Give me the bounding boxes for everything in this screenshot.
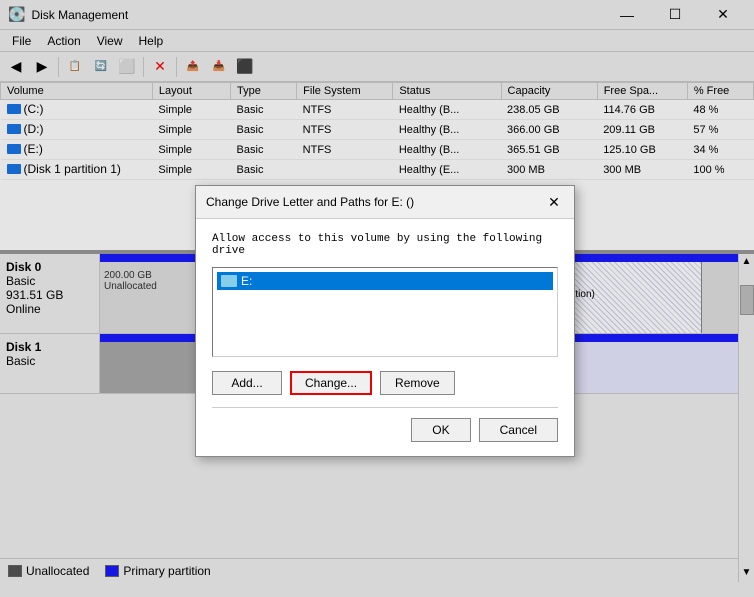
modal-description: Allow access to this volume by using the… [212,233,558,257]
ok-button[interactable]: OK [411,418,470,442]
change-button[interactable]: Change... [290,371,372,395]
modal-action-buttons: Add... Change... Remove [212,371,558,395]
cancel-button[interactable]: Cancel [479,418,558,442]
add-button[interactable]: Add... [212,371,282,395]
modal-overlay: Change Drive Letter and Paths for E: () … [0,0,754,597]
modal-close-button[interactable]: ✕ [544,192,564,212]
remove-button[interactable]: Remove [380,371,455,395]
drive-icon-e [221,275,237,287]
modal-title-bar: Change Drive Letter and Paths for E: () … [196,186,574,219]
drive-letter-e: E: [241,274,252,288]
modal-title: Change Drive Letter and Paths for E: () [206,195,414,209]
listbox-item-e[interactable]: E: [217,272,553,290]
modal-ok-cancel-buttons: OK Cancel [212,407,558,442]
modal-body: Allow access to this volume by using the… [196,219,574,456]
drive-letter-listbox[interactable]: E: [212,267,558,357]
change-drive-letter-dialog: Change Drive Letter and Paths for E: () … [195,185,575,457]
